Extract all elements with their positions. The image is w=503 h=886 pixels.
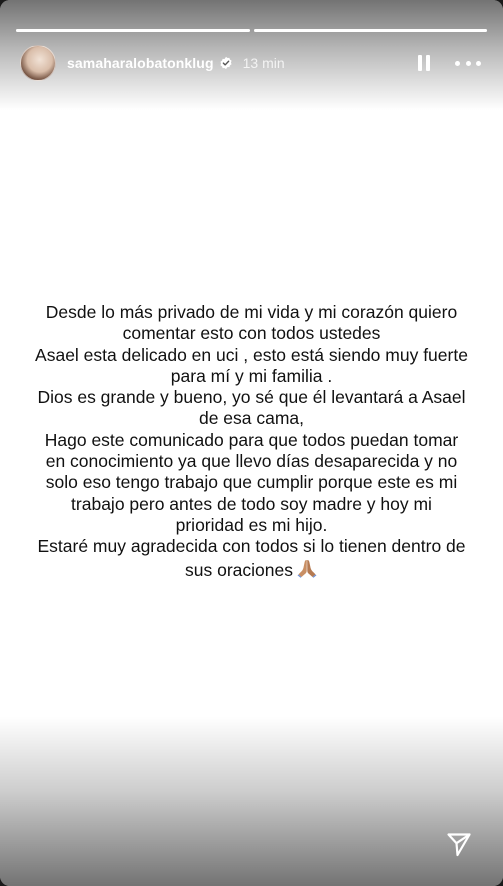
- story-progress-bar: [16, 29, 487, 32]
- pause-icon: [426, 55, 430, 71]
- timestamp: 13 min: [242, 55, 285, 71]
- text-line: de esa cama,: [198, 408, 305, 429]
- segment-fill: [253, 29, 487, 32]
- praying-hands-icon: [297, 559, 317, 578]
- segment-fill: [16, 29, 250, 32]
- more-options-button[interactable]: [455, 52, 481, 74]
- text-line: trabajo pero antes de todo soy madre y h…: [71, 493, 432, 514]
- text-line: para mí y mi familia .: [170, 365, 333, 386]
- more-options-icon: [465, 60, 471, 66]
- story-viewer: samaharalobatonklug 13 min Desde lo más …: [0, 0, 503, 886]
- story-progress-segment: [16, 29, 250, 32]
- pause-icon: [418, 55, 422, 71]
- send-icon[interactable]: [445, 830, 473, 858]
- text-line: solo eso tengo trabajo que cumplir porqu…: [45, 472, 458, 493]
- text-line: en conocimiento ya que llevo días desapa…: [45, 451, 458, 472]
- avatar[interactable]: [20, 45, 56, 81]
- story-progress-segment: [253, 29, 487, 32]
- story-text: Desde lo más privado de mi vida y mi cor…: [14, 302, 489, 581]
- text-line: Asael esta delicado en uci , esto está s…: [35, 344, 468, 365]
- text-line: comentar esto con todos ustedes: [122, 323, 381, 344]
- text-line: Desde lo más privado de mi vida y mi cor…: [45, 302, 458, 322]
- text-line-last: sus oraciones: [14, 558, 489, 581]
- pause-button[interactable]: [413, 52, 435, 74]
- verified-badge-icon: [220, 56, 232, 70]
- more-options-icon: [476, 60, 481, 66]
- username[interactable]: samaharalobatonklug: [67, 55, 214, 71]
- bottom-gradient: [0, 716, 503, 886]
- story-header: samaharalobatonklug 13 min: [20, 44, 481, 82]
- text-line: Dios es grande y bueno, yo sé que él lev…: [37, 387, 466, 408]
- text-line: sus oraciones: [185, 559, 293, 580]
- more-options-icon: [455, 60, 460, 66]
- text-line: Hago este comunicado para que todos pued…: [44, 429, 459, 450]
- text-line: prioridad es mi hijo.: [175, 514, 328, 535]
- text-line: Estaré muy agradecida con todos si lo ti…: [37, 536, 466, 557]
